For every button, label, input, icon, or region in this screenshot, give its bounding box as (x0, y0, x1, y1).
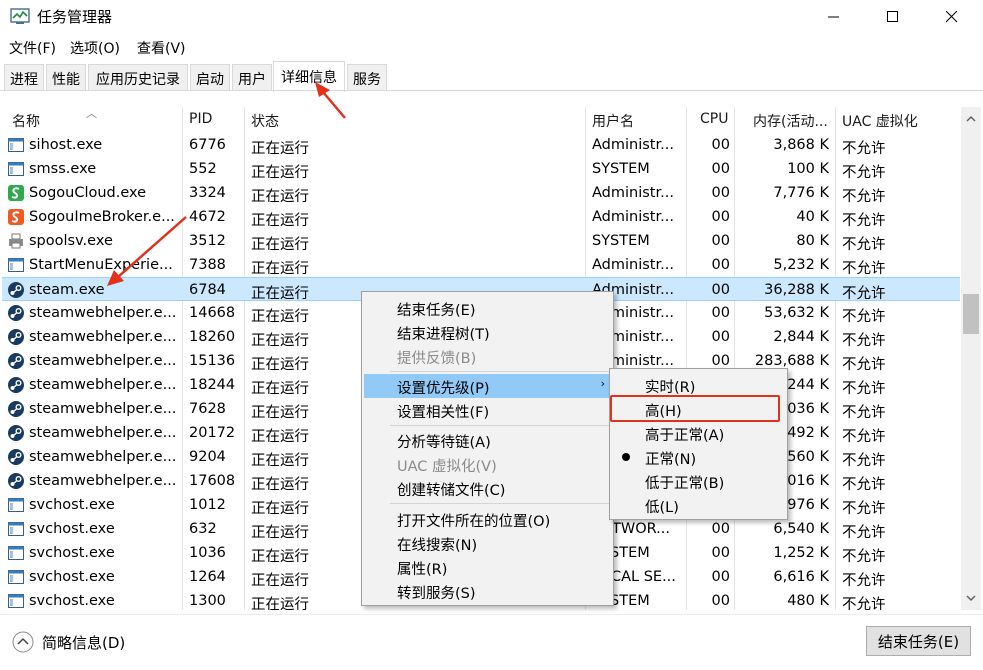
annotation-arrows (107, 82, 346, 286)
arrow-to-steam-row-icon (107, 216, 187, 286)
arrow-to-details-tab-icon (315, 82, 346, 119)
